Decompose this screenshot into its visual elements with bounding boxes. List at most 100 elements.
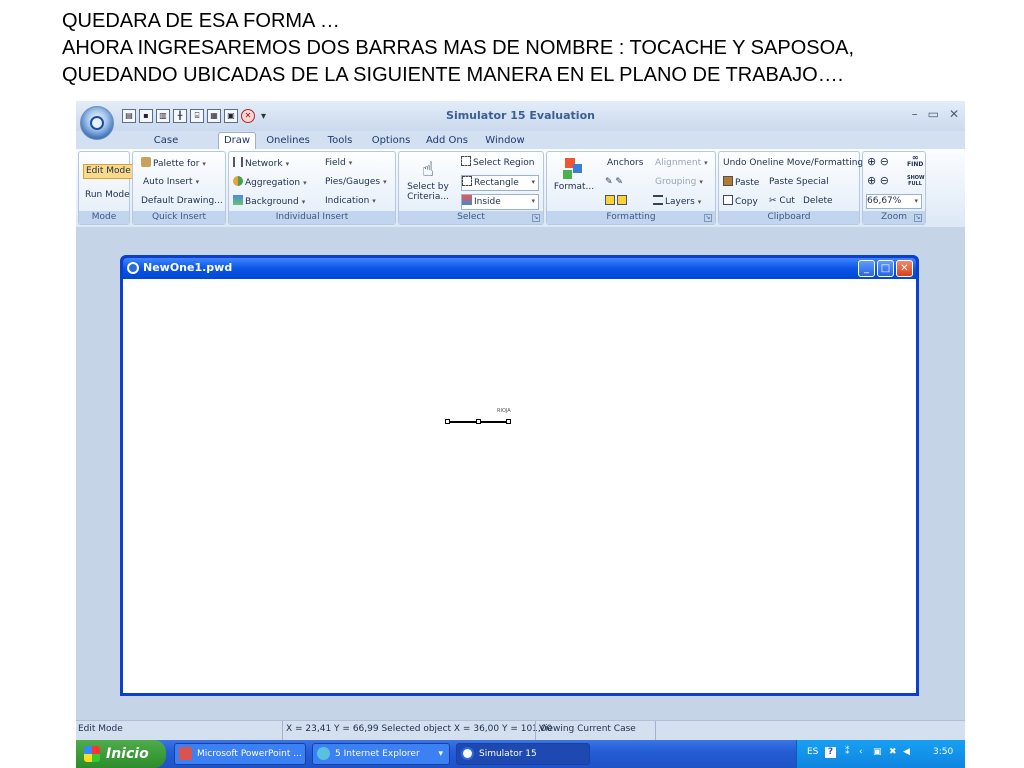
run-mode-button[interactable]: Run Mode <box>85 189 130 202</box>
layers-button[interactable]: Layers ▾ <box>653 195 701 209</box>
background-label: Background <box>245 197 299 207</box>
group-individual-insert: Network ▾ Aggregation ▾ Background ▾ Field ▾… <box>228 151 396 225</box>
tab-window[interactable]: Window <box>484 133 526 149</box>
select-by-criteria-button[interactable]: ☝ Select by Criteria... <box>403 156 453 202</box>
system-tray: ES ? ⁑ ‹ ▣ ✖ ◀ 3:50 <box>796 740 965 768</box>
tab-onelines[interactable]: Onelines <box>266 133 310 149</box>
dialog-launcher-icon[interactable]: ↘ <box>704 214 712 222</box>
bus-handle-right[interactable] <box>506 419 511 424</box>
simulator-icon <box>461 747 474 760</box>
start-button[interactable]: Inicio <box>76 740 166 768</box>
pointer-hand-icon: ☝ <box>421 157 435 181</box>
copy-button[interactable]: Copy <box>723 195 758 209</box>
palette-for-button[interactable]: Palette for ▾ <box>141 157 206 171</box>
scissors-icon: ✂ <box>769 196 780 206</box>
restore-button[interactable]: ▭ <box>928 107 939 121</box>
network-button[interactable]: Network ▾ <box>233 157 289 171</box>
bring-front-icon <box>605 195 615 205</box>
alignment-label: Alignment <box>655 158 702 168</box>
bus-handle-left[interactable] <box>445 419 450 424</box>
undo-button[interactable]: Undo Oneline Move/Formatting <box>723 157 863 170</box>
edit-mode-button[interactable]: Edit Mode <box>83 164 134 179</box>
background-icon <box>233 195 243 205</box>
bus-label[interactable]: RIOJA <box>497 408 511 414</box>
dialog-launcher-icon[interactable]: ↘ <box>914 214 922 222</box>
select-region-button[interactable]: Select Region <box>461 156 534 170</box>
oneline-title-bar[interactable]: NewOne1.pwd _ □ ✕ <box>123 258 916 279</box>
tab-add-ons[interactable]: Add Ons <box>426 133 468 149</box>
child-minimize-button[interactable]: _ <box>858 260 875 277</box>
close-button[interactable]: ✕ <box>949 107 959 121</box>
region-mode-select[interactable]: Inside ▾ <box>461 194 539 210</box>
format-button[interactable]: Format... <box>551 156 597 192</box>
auto-insert-button[interactable]: Auto Insert ▾ <box>143 176 199 189</box>
minimize-button[interactable]: – <box>912 107 918 121</box>
group-quick-insert: Palette for ▾ Auto Insert ▾ Default Drawin… <box>132 151 226 225</box>
chevron-down-icon: ▾ <box>303 179 307 187</box>
pies-gauges-button[interactable]: Pies/Gauges ▾ <box>325 176 387 189</box>
tab-options[interactable]: Options <box>371 133 411 149</box>
paste-button[interactable]: Paste <box>723 176 759 190</box>
alignment-button[interactable]: Alignment ▾ <box>655 157 708 170</box>
group-zoom: ⊕ ⊖ ∞ FIND ⊕ ⊖ SHOW FULL 66,67% ▾ Zoom ↘ <box>862 151 926 225</box>
paste-label: Paste <box>735 178 760 188</box>
task-ie-label: 5 Internet Explorer <box>335 749 420 759</box>
copy-icon <box>723 195 733 205</box>
language-indicator[interactable]: ES <box>807 747 818 757</box>
display-tray-icon[interactable]: ▣ <box>873 747 882 757</box>
oneline-window: NewOne1.pwd _ □ ✕ RIOJA <box>120 255 919 696</box>
bus-handle-center[interactable] <box>476 419 481 424</box>
help-tray-icon[interactable]: ? <box>825 747 836 758</box>
security-tray-icon[interactable]: ✖ <box>889 747 897 757</box>
volume-icon[interactable]: ◀ <box>903 747 910 757</box>
network-tray-icon[interactable]: ⁑ <box>845 747 850 757</box>
oneline-canvas[interactable]: RIOJA <box>123 279 916 693</box>
aggregation-icon <box>233 176 243 186</box>
zoom-out-area-icon[interactable]: ⊖ <box>880 155 889 168</box>
chevron-down-icon: ▾ <box>699 178 703 186</box>
clock: 3:50 <box>933 747 954 757</box>
task-powerpoint[interactable]: Microsoft PowerPoint ... <box>174 743 306 765</box>
orb-icon <box>90 116 104 130</box>
grouping-button[interactable]: Grouping ▾ <box>655 176 703 189</box>
slide-text: QUEDARA DE ESA FORMA … AHORA INGRESAREMO… <box>62 8 1012 89</box>
paste-special-button[interactable]: Paste Special <box>769 176 829 189</box>
find-button[interactable]: ∞ FIND <box>907 154 923 169</box>
eyedropper-icon[interactable]: ✎ ✎ <box>605 176 623 189</box>
task-simulator[interactable]: Simulator 15 <box>456 743 590 765</box>
zoom-out-icon[interactable]: ⊖ <box>880 174 889 187</box>
tab-draw[interactable]: Draw <box>218 132 256 150</box>
child-close-button[interactable]: ✕ <box>896 260 913 277</box>
anchors-button[interactable]: Anchors <box>607 157 643 170</box>
delete-button[interactable]: Delete <box>803 195 833 208</box>
aggregation-button[interactable]: Aggregation ▾ <box>233 176 307 190</box>
show-full-button[interactable]: SHOW FULL <box>907 175 925 187</box>
status-divider <box>282 721 283 741</box>
tray-arrow-icon[interactable]: ‹ <box>859 747 863 757</box>
format-green-swatch <box>563 170 572 179</box>
tab-case-information[interactable]: Case Information <box>128 133 204 162</box>
task-internet-explorer[interactable]: 5 Internet Explorer ▾ <box>312 743 450 765</box>
field-button[interactable]: Field ▾ <box>325 157 352 170</box>
default-drawing-button[interactable]: Default Drawing... <box>141 195 223 208</box>
group-order-icon[interactable] <box>605 195 629 209</box>
background-button[interactable]: Background ▾ <box>233 195 305 209</box>
format-icon <box>551 156 597 182</box>
zoom-in-icon[interactable]: ⊕ <box>867 174 876 187</box>
windows-taskbar: Inicio Microsoft PowerPoint ... 5 Intern… <box>76 740 965 768</box>
chevron-down-icon: ▾ <box>372 197 376 205</box>
status-coordinates: X = 23,41 Y = 66,99 Selected object X = … <box>286 724 553 734</box>
child-maximize-button[interactable]: □ <box>877 260 894 277</box>
cut-button[interactable]: ✂ Cut <box>769 195 795 208</box>
application-orb[interactable] <box>80 106 114 140</box>
dialog-launcher-icon[interactable]: ↘ <box>532 214 540 222</box>
indication-label: Indication <box>325 196 370 206</box>
select-region-icon <box>461 156 471 166</box>
zoom-in-area-icon[interactable]: ⊕ <box>867 155 876 168</box>
tab-tools[interactable]: Tools <box>324 133 356 149</box>
chevron-down-icon: ▾ <box>383 178 387 186</box>
zoom-level-select[interactable]: 66,67% ▾ <box>866 194 922 209</box>
group-label-formatting: Formatting <box>547 211 715 224</box>
indication-button[interactable]: Indication ▾ <box>325 195 376 208</box>
region-shape-select[interactable]: Rectangle ▾ <box>461 175 539 191</box>
